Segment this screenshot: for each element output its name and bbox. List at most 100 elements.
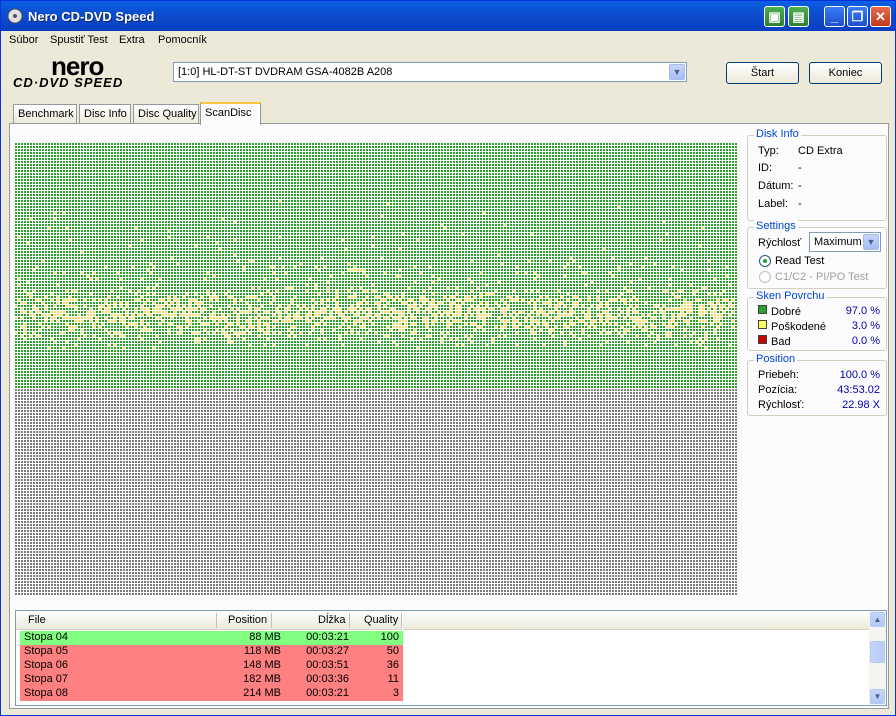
- damaged-sector: [480, 308, 482, 310]
- disk-info-row: Typ: CD Extra: [758, 145, 880, 161]
- damaged-sector: [258, 329, 260, 331]
- header-quality[interactable]: Quality: [364, 614, 398, 626]
- damaged-sector: [279, 314, 281, 316]
- tab-disc-quality[interactable]: Disc Quality: [133, 104, 199, 124]
- table-row[interactable]: Stopa 06 148 MB 00:03:51 36: [20, 659, 403, 673]
- damaged-sector: [279, 236, 281, 238]
- start-button[interactable]: Štart: [726, 62, 799, 84]
- file-list[interactable]: File Position Dĺžka Quality Stopa 04 88 M…: [15, 610, 887, 706]
- damaged-sector: [669, 308, 671, 310]
- damaged-sector: [132, 266, 134, 268]
- damaged-sector: [477, 317, 479, 319]
- c1c2-test-radio[interactable]: [759, 271, 771, 283]
- c1c2-test-label[interactable]: C1/C2 - PI/PO Test: [775, 271, 868, 283]
- damaged-sector: [573, 302, 575, 304]
- damaged-sector: [294, 335, 296, 337]
- damaged-sector: [90, 314, 92, 316]
- damaged-sector: [378, 341, 380, 343]
- damaged-sector: [687, 305, 689, 307]
- file-list-header: File Position Dĺžka Quality: [16, 611, 402, 630]
- speed-select[interactable]: Maximum ▼: [809, 232, 881, 252]
- damaged-sector: [597, 290, 599, 292]
- file-list-scrollbar[interactable]: ▲ ▼: [869, 611, 886, 705]
- damaged-sector: [414, 302, 416, 304]
- tab-scandisc[interactable]: ScanDisc: [200, 102, 261, 125]
- save-icon[interactable]: ▤: [788, 6, 809, 27]
- damaged-sector: [702, 305, 704, 307]
- damaged-sector: [447, 287, 449, 289]
- damaged-sector: [642, 266, 644, 268]
- damaged-sector: [354, 320, 356, 322]
- header-file[interactable]: File: [28, 614, 46, 626]
- damaged-sector: [471, 281, 473, 283]
- damaged-sector: [366, 275, 368, 277]
- damaged-sector: [504, 326, 506, 328]
- damaged-sector: [495, 302, 497, 304]
- chevron-down-icon[interactable]: ▼: [863, 234, 879, 250]
- damaged-sector: [159, 299, 161, 301]
- damaged-sector: [666, 308, 668, 310]
- damaged-sector: [249, 320, 251, 322]
- table-row[interactable]: Stopa 08 214 MB 00:03:21 3: [20, 687, 403, 701]
- damaged-sector: [339, 311, 341, 313]
- damaged-sector: [579, 320, 581, 322]
- damaged-sector: [504, 224, 506, 226]
- table-row[interactable]: Stopa 07 182 MB 00:03:36 11: [20, 673, 403, 687]
- damaged-sector: [198, 320, 200, 322]
- damaged-sector: [342, 317, 344, 319]
- header-length[interactable]: Dĺžka: [318, 614, 346, 626]
- menu-pomocnik[interactable]: Pomocník: [158, 34, 207, 46]
- header-position[interactable]: Position: [228, 614, 267, 626]
- damaged-sector: [360, 317, 362, 319]
- damaged-sector: [153, 287, 155, 289]
- damaged-sector: [216, 242, 218, 244]
- maximize-button[interactable]: ❐: [847, 6, 868, 27]
- damaged-sector: [387, 296, 389, 298]
- damaged-sector: [225, 335, 227, 337]
- tab-disc-info[interactable]: Disc Info: [79, 104, 131, 124]
- title-bar[interactable]: Nero CD-DVD Speed ▣ ▤ _ ❐ ✕: [1, 1, 895, 31]
- damaged-sector: [306, 284, 308, 286]
- chevron-down-icon[interactable]: ▼: [669, 64, 685, 80]
- scroll-up-icon[interactable]: ▲: [870, 612, 885, 627]
- damaged-sector: [651, 332, 653, 334]
- read-test-radio[interactable]: [759, 255, 771, 267]
- damaged-sector: [399, 275, 401, 277]
- damaged-sector: [597, 296, 599, 298]
- damaged-sector: [690, 308, 692, 310]
- scroll-down-icon[interactable]: ▼: [870, 689, 885, 704]
- damaged-sector: [141, 323, 143, 325]
- damaged-sector: [402, 302, 404, 304]
- damaged-sector: [33, 317, 35, 319]
- exit-button[interactable]: Koniec: [809, 62, 882, 84]
- damaged-sector: [672, 293, 674, 295]
- damaged-sector: [423, 311, 425, 313]
- damaged-sector: [663, 317, 665, 319]
- drive-select[interactable]: [1:0] HL-DT-ST DVDRAM GSA-4082B A208 ▼: [173, 62, 687, 82]
- damaged-sector: [414, 281, 416, 283]
- damaged-sector: [225, 320, 227, 322]
- tray-icon[interactable]: ▣: [764, 6, 785, 27]
- close-button[interactable]: ✕: [870, 6, 891, 27]
- menu-extra[interactable]: Extra: [119, 34, 145, 46]
- damaged-sector: [153, 293, 155, 295]
- table-row[interactable]: Stopa 05 118 MB 00:03:27 50: [20, 645, 403, 659]
- damaged-sector: [63, 311, 65, 313]
- damaged-sector: [345, 320, 347, 322]
- tab-benchmark[interactable]: Benchmark: [13, 104, 77, 124]
- damaged-sector: [549, 311, 551, 313]
- table-row[interactable]: Stopa 04 88 MB 00:03:21 100: [20, 631, 403, 645]
- position-row: Rýchlosť: 22.98 X: [758, 399, 880, 415]
- damaged-sector: [564, 344, 566, 346]
- read-test-label[interactable]: Read Test: [775, 255, 824, 267]
- menu-subor[interactable]: Súbor: [9, 34, 38, 46]
- damaged-sector: [570, 314, 572, 316]
- menu-spustit-test[interactable]: Spustiť Test: [50, 34, 108, 46]
- damaged-sector: [456, 344, 458, 346]
- damaged-sector: [609, 317, 611, 319]
- scroll-thumb[interactable]: [870, 641, 885, 663]
- damaged-sector: [567, 263, 569, 265]
- damaged-sector: [249, 260, 251, 262]
- minimize-button[interactable]: _: [824, 6, 845, 27]
- damaged-sector: [681, 269, 683, 271]
